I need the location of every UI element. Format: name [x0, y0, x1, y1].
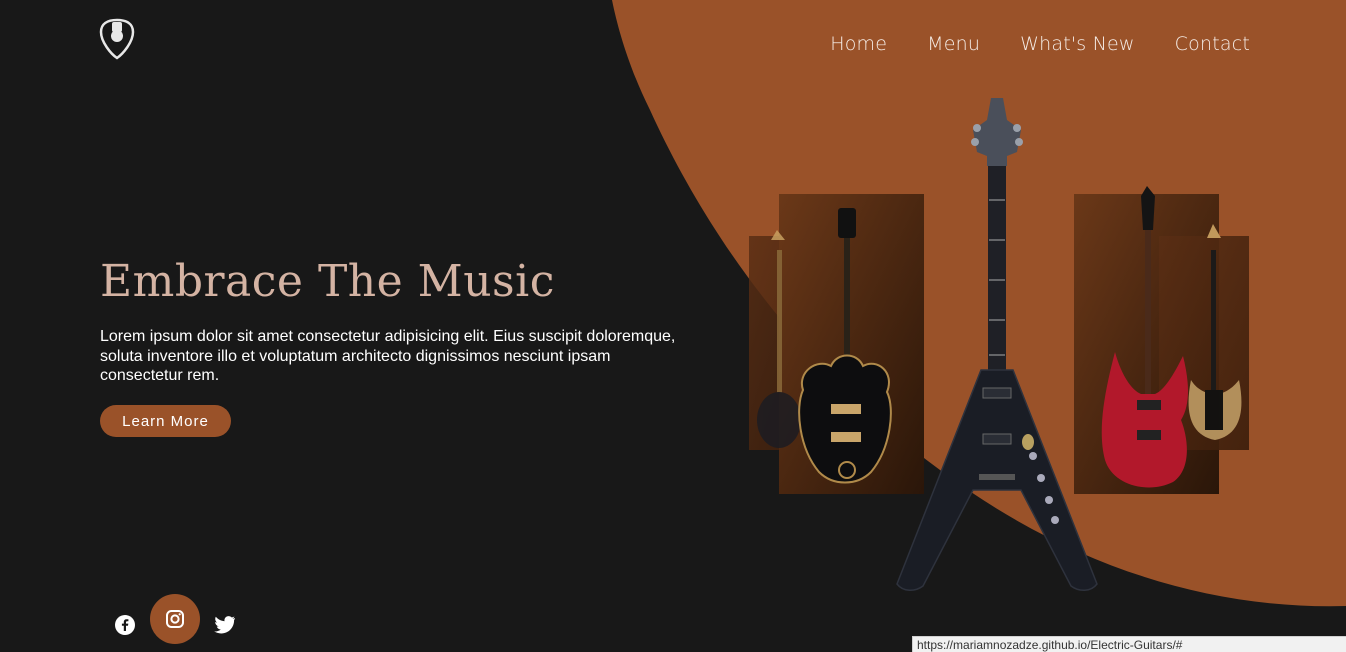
hero-description: Lorem ipsum dolor sit amet consectetur a…: [100, 328, 676, 384]
learn-more-button[interactable]: Learn More: [100, 405, 231, 437]
nav-whats-new[interactable]: What's New: [1020, 33, 1135, 55]
social-links: [112, 594, 238, 644]
browser-status-url: https://mariamnozadze.github.io/Electric…: [912, 636, 1346, 652]
nav-home[interactable]: Home: [830, 33, 887, 55]
facebook-icon[interactable]: [112, 612, 138, 638]
main-nav: Home Menu What's New Contact: [830, 33, 1250, 55]
twitter-icon[interactable]: [212, 612, 238, 638]
hero-title: Embrace The Music: [100, 256, 555, 307]
nav-menu[interactable]: Menu: [927, 33, 980, 55]
logo-pick-icon[interactable]: [99, 18, 135, 60]
instagram-icon[interactable]: [150, 594, 200, 644]
guitar-illustration: [749, 98, 1249, 591]
guitar-flying-v: [896, 98, 1098, 591]
nav-contact[interactable]: Contact: [1175, 33, 1250, 55]
